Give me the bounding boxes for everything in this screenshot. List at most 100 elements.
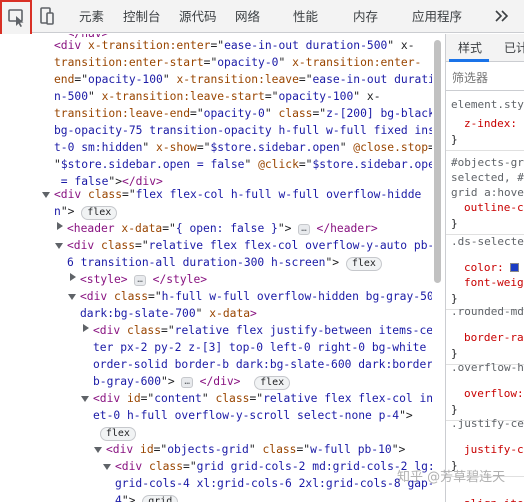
- dom-token: id: [140, 443, 154, 456]
- flex-layout-badge[interactable]: flex: [81, 206, 118, 220]
- flex-layout-badge[interactable]: flex: [345, 257, 382, 271]
- dom-line[interactable]: 4"> grid: [115, 492, 179, 502]
- dom-line[interactable]: <div class="grid grid-cols-2 md:grid-col…: [115, 458, 435, 475]
- collapsed-ellipsis-icon[interactable]: …: [298, 224, 310, 235]
- dom-tree-panel[interactable]: </nav> <div x-transition:enter="ease-in-…: [0, 34, 444, 502]
- device-toolbar-button[interactable]: [37, 6, 57, 26]
- dom-line[interactable]: t-0 sm:hidden" x-show="$store.sidebar.op…: [54, 139, 435, 156]
- dom-token: { open: false }: [175, 222, 278, 235]
- dom-line[interactable]: dark:bg-slate-700" x-data>: [80, 305, 257, 322]
- dom-line[interactable]: grid-cols-4 xl:grid-cols-6 2xl:grid-cols…: [115, 475, 435, 492]
- dom-token: ease-in-out duratio: [312, 73, 442, 86]
- style-rule-selector[interactable]: #objects-gri {: [451, 155, 524, 170]
- style-rule-selector[interactable]: selected, #: [451, 170, 524, 185]
- dom-line[interactable]: <div class="h-full w-full overflow-hidde…: [80, 288, 434, 305]
- style-rule-selector[interactable]: .justify-ce {: [451, 416, 524, 431]
- dom-token: ": [201, 392, 216, 405]
- dom-token: x-data: [121, 222, 163, 235]
- collapse-arrow-icon[interactable]: [83, 324, 89, 332]
- expand-arrow-icon[interactable]: [94, 447, 102, 453]
- dom-line[interactable]: <div id="content" class="relative flex f…: [93, 390, 440, 407]
- dom-token: objects-grid: [167, 443, 249, 456]
- dom-token: @close.stop: [353, 141, 429, 154]
- style-property[interactable]: outline-c: [464, 200, 524, 215]
- dom-token: n-500: [54, 90, 89, 103]
- dom-line[interactable]: 6 transition-all duration-300 h-screen">…: [67, 254, 382, 271]
- dom-token: 6 transition-all duration-300 h-screen: [67, 256, 326, 269]
- dom-line[interactable]: "$store.sidebar.open = false" @click="$s…: [54, 156, 442, 173]
- grid-layout-badge[interactable]: grid: [142, 495, 179, 502]
- collapsed-ellipsis-icon[interactable]: …: [181, 377, 193, 388]
- expand-arrow-icon[interactable]: [55, 243, 63, 249]
- flex-layout-badge[interactable]: flex: [99, 427, 136, 441]
- style-property[interactable]: overflow:: [464, 386, 524, 401]
- dom-token: =": [264, 90, 279, 103]
- expand-arrow-icon[interactable]: [68, 294, 76, 300]
- dom-token: ": [162, 73, 177, 86]
- style-property[interactable]: z-index:: [464, 116, 517, 131]
- style-rule-selector[interactable]: grid a:hove: [451, 185, 524, 200]
- expand-arrow-icon[interactable]: [42, 192, 50, 198]
- dom-token: ": [339, 141, 354, 154]
- collapse-arrow-icon[interactable]: [70, 273, 76, 281]
- style-rule-selector[interactable]: .overflow-h {: [451, 360, 524, 375]
- tab-memory[interactable]: 内存: [353, 0, 378, 33]
- style-rule-selector[interactable]: element.sty {: [451, 97, 524, 112]
- closing-tag: </header>: [309, 222, 378, 235]
- dom-line[interactable]: <header x-data="{ open: false }"> … </he…: [67, 220, 378, 237]
- dom-line[interactable]: <div x-transition:enter="ease-in-out dur…: [54, 37, 415, 54]
- tab-elements[interactable]: 元素: [79, 0, 104, 33]
- collapsed-ellipsis-icon[interactable]: …: [134, 275, 146, 286]
- dom-token: b-gray-600: [93, 375, 162, 388]
- dom-line[interactable]: b-gray-600"> … </div> flex: [93, 373, 291, 390]
- dom-line[interactable]: flex: [93, 424, 136, 441]
- styles-filter-input[interactable]: [452, 69, 524, 87]
- dom-token: =": [210, 39, 225, 52]
- tab-performance[interactable]: 性能: [293, 0, 318, 33]
- style-property[interactable]: color:: [464, 260, 520, 275]
- closing-tag: </div>: [192, 375, 241, 388]
- more-tabs-button[interactable]: [492, 7, 512, 25]
- dom-token: ": [195, 307, 210, 320]
- dom-token: <div: [115, 460, 150, 473]
- tab-sources[interactable]: 源代码: [179, 0, 217, 33]
- dom-line[interactable]: n-500" x-transition:leave-start="opacity…: [54, 88, 381, 105]
- dom-line[interactable]: bg-opacity-75 transition-opacity h-full …: [54, 122, 442, 139]
- dom-line[interactable]: <div class="relative flex flex-col overf…: [67, 237, 441, 254]
- style-property[interactable]: justify-c: [464, 442, 524, 457]
- tab-console[interactable]: 控制台: [123, 0, 161, 33]
- dom-line[interactable]: ter px-2 py-2 z-[3] top-0 left-0 right-0…: [93, 339, 440, 356]
- dom-token: =": [162, 222, 176, 235]
- collapse-arrow-icon[interactable]: [57, 222, 63, 230]
- tab-application[interactable]: 应用程序: [412, 0, 462, 33]
- dom-line[interactable]: <div class="relative flex justify-betwee…: [93, 322, 440, 339]
- style-property[interactable]: align-ite: [464, 496, 524, 502]
- dom-token: ease-in-out duration-500: [224, 39, 388, 52]
- expand-arrow-icon[interactable]: [81, 396, 89, 402]
- dom-line[interactable]: <style> … </style>: [80, 271, 207, 288]
- color-swatch-icon[interactable]: [510, 263, 520, 272]
- dom-line[interactable]: order-solid border-b dark:bg-slate-600 d…: [93, 356, 440, 373]
- dom-line[interactable]: n"> flex: [54, 203, 118, 220]
- tab-styles[interactable]: 样式: [458, 34, 482, 62]
- tab-computed[interactable]: 已计: [504, 34, 524, 62]
- dom-line[interactable]: end="opacity-100" x-transition:leave="ea…: [54, 71, 442, 88]
- style-property[interactable]: font-weig: [464, 275, 524, 290]
- flex-layout-badge[interactable]: flex: [254, 376, 291, 390]
- dom-token: 4: [115, 494, 122, 502]
- expand-arrow-icon[interactable]: [103, 464, 111, 470]
- dom-line[interactable]: et-0 h-full overflow-y-scroll select-non…: [93, 407, 413, 424]
- tab-network[interactable]: 网络: [235, 0, 260, 33]
- dom-token: content: [154, 392, 202, 405]
- style-property[interactable]: border-ra: [464, 330, 524, 345]
- dom-token: class: [149, 460, 184, 473]
- style-rule-selector[interactable]: .rounded-md {: [451, 304, 524, 319]
- dom-line[interactable]: <div class="flex flex-col h-full w-full …: [54, 186, 421, 203]
- dom-line[interactable]: <div id="objects-grid" class="w-full pb-…: [106, 441, 405, 458]
- dom-line[interactable]: transition:enter-start="opacity-0" x-tra…: [54, 54, 421, 71]
- dom-line[interactable]: transition:leave-end="opacity-0" class="…: [54, 105, 435, 122]
- dom-token: <div: [93, 392, 128, 405]
- style-rule-selector[interactable]: .ds-selecte {: [451, 234, 524, 249]
- dom-token: ">: [121, 494, 136, 502]
- dom-scrollbar-thumb[interactable]: [434, 40, 441, 283]
